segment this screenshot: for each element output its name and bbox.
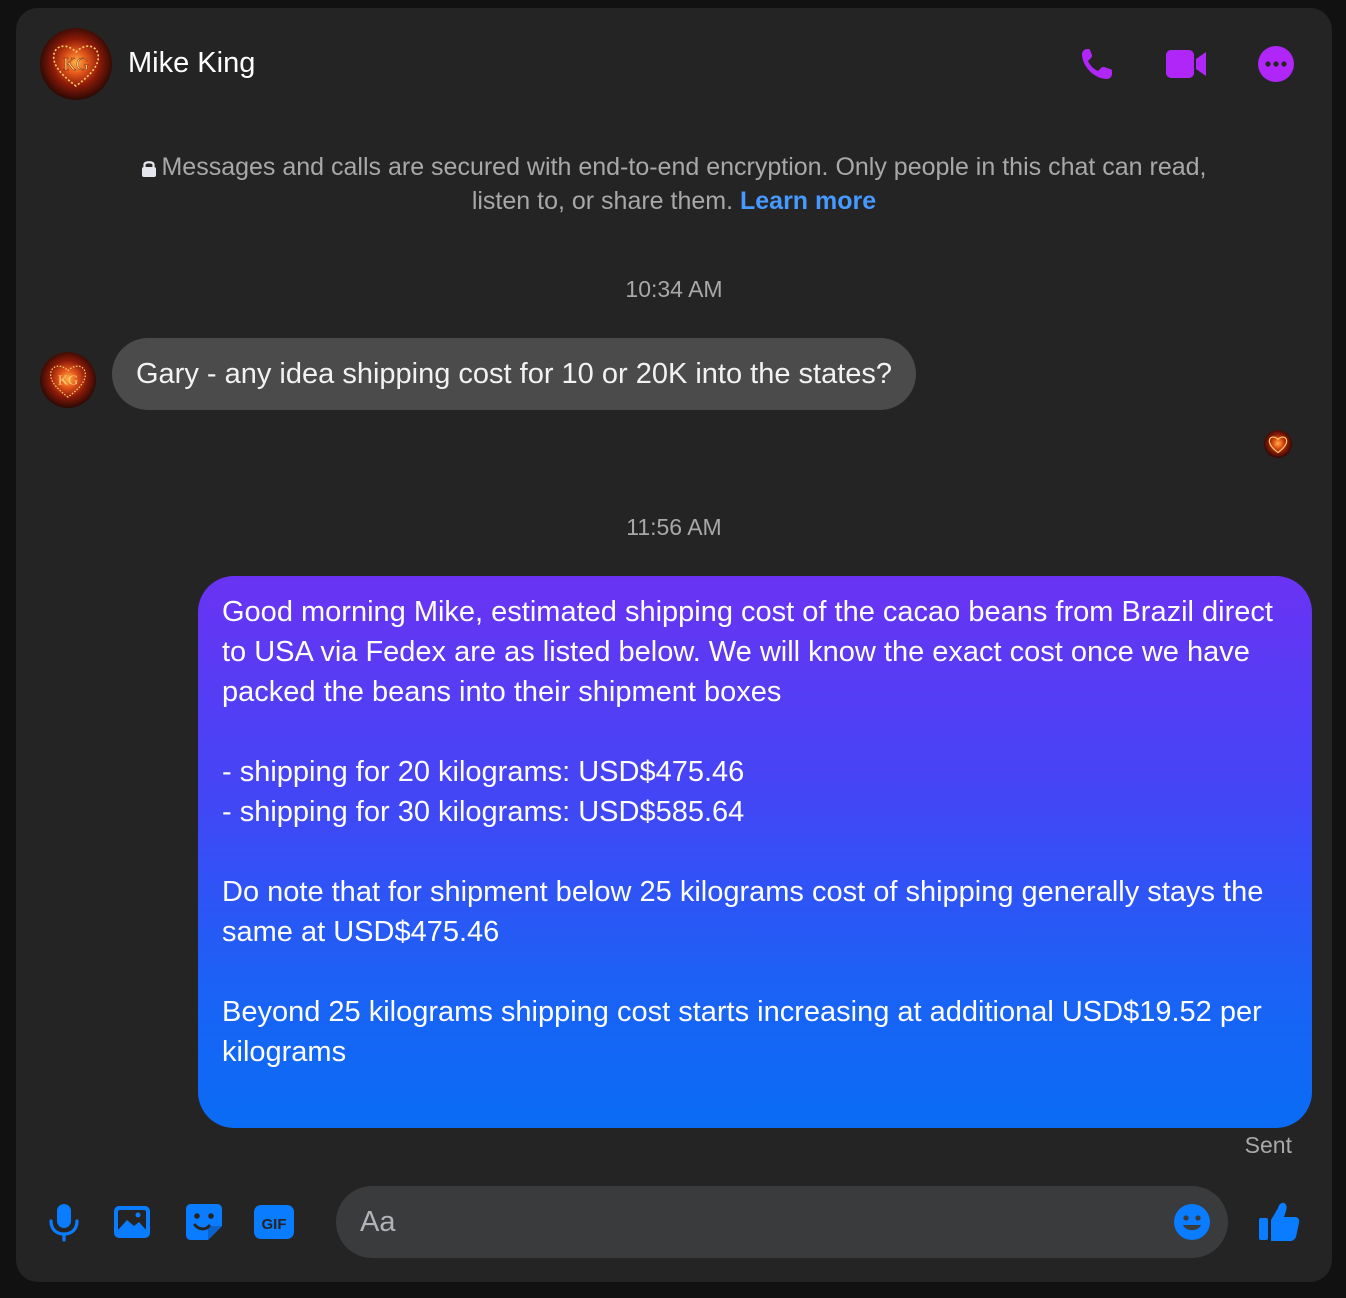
chat-window: KG Mike King Messages and calls are secu… — [16, 8, 1332, 1282]
message-timestamp: 11:56 AM — [626, 514, 722, 540]
avatar-monogram-graphic: KG — [50, 365, 86, 398]
lock-icon — [141, 153, 157, 185]
message-input-box[interactable] — [336, 1186, 1228, 1258]
phone-icon[interactable] — [1076, 44, 1120, 84]
message-input[interactable] — [360, 1186, 1140, 1258]
encryption-notice-line2: listen to, or share them. — [471, 187, 734, 215]
message-status: Sent — [1244, 1132, 1292, 1158]
avatar-monogram-graphic — [1268, 436, 1288, 454]
message-composer: GIF — [16, 1184, 1332, 1260]
video-camera-icon[interactable] — [1164, 44, 1208, 84]
gif-label: GIF — [262, 1216, 287, 1233]
gif-icon[interactable]: GIF — [252, 1200, 296, 1244]
chat-header: KG Mike King — [16, 8, 1332, 120]
microphone-icon[interactable] — [42, 1200, 86, 1244]
message-timestamp: 10:34 AM — [625, 276, 723, 302]
more-options-icon[interactable] — [1254, 44, 1298, 84]
image-icon[interactable] — [110, 1200, 154, 1244]
contact-name[interactable]: Mike King — [128, 47, 255, 80]
sender-avatar[interactable]: KG — [40, 352, 96, 408]
seen-indicator-avatar — [1264, 430, 1292, 458]
avatar-monogram: KG — [63, 54, 89, 74]
avatar-monogram: KG — [58, 374, 78, 389]
sticker-icon[interactable] — [182, 1200, 226, 1244]
avatar-monogram-graphic: KG — [52, 45, 100, 88]
emoji-icon[interactable] — [1172, 1202, 1212, 1242]
encryption-notice: Messages and calls are secured with end-… — [16, 151, 1332, 217]
incoming-message-bubble[interactable]: Gary - any idea shipping cost for 10 or … — [112, 338, 917, 410]
thumbs-up-icon[interactable] — [1256, 1198, 1302, 1244]
encryption-notice-line1: Messages and calls are secured with end-… — [161, 153, 1207, 181]
contact-avatar[interactable]: KG — [40, 28, 112, 100]
outgoing-message-bubble[interactable]: Good morning Mike, estimated shipping co… — [198, 576, 1312, 1128]
learn-more-link[interactable]: Learn more — [740, 187, 876, 215]
